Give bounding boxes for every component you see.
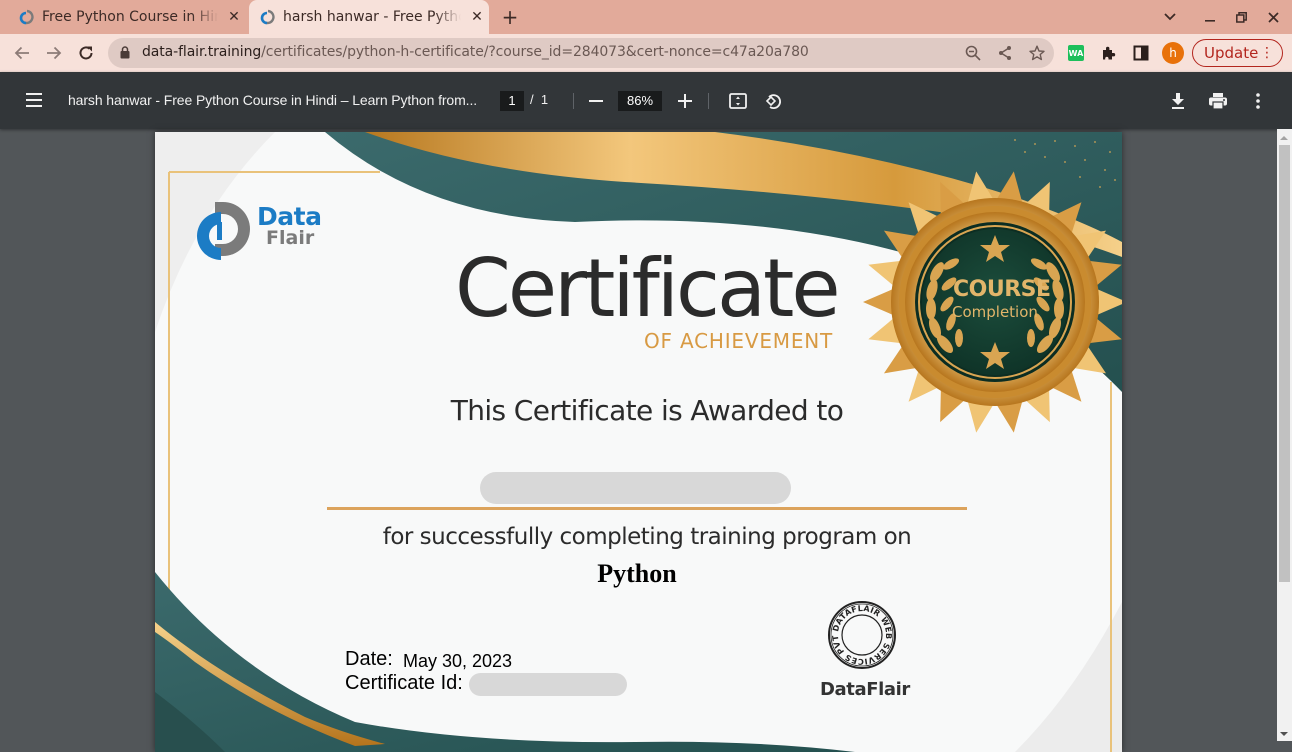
plus-icon	[678, 94, 692, 108]
url-text[interactable]: data-flair.training/certificates/python-…	[142, 44, 809, 60]
dataflair-logo-icon	[197, 202, 250, 260]
arrow-right-icon	[47, 46, 62, 60]
fit-page-icon	[729, 93, 747, 109]
zoom-indicator-button[interactable]	[964, 44, 982, 62]
printer-icon	[1209, 93, 1227, 109]
tab-strip: Free Python Course in Hindi ✕ harsh hanw…	[0, 0, 1292, 34]
divider	[708, 93, 709, 109]
fit-to-page-button[interactable]	[726, 89, 750, 113]
extensions-button[interactable]	[1100, 44, 1118, 62]
scroll-up-arrow-icon[interactable]	[1280, 136, 1288, 140]
download-button[interactable]	[1166, 89, 1190, 113]
certificate-subtitle: OF ACHIEVEMENT	[644, 329, 834, 353]
course-name: Python	[597, 559, 677, 588]
dataflair-icon	[260, 9, 275, 25]
url-path: /certificates/python-h-certificate/?cour…	[261, 44, 809, 60]
update-label: Update	[1204, 44, 1259, 62]
close-window-button[interactable]	[1257, 0, 1289, 34]
zoom-in-button[interactable]	[673, 89, 697, 113]
tab-title: harsh hanwar - Free Python	[283, 9, 461, 25]
zoom-level-input[interactable]: 86%	[618, 91, 662, 111]
pdf-document-title: harsh hanwar - Free Python Course in Hin…	[68, 92, 478, 108]
share-button[interactable]	[996, 44, 1014, 62]
date-label: Date:	[345, 648, 393, 670]
close-icon	[1267, 11, 1279, 23]
tab-search-button[interactable]	[1154, 0, 1186, 34]
forward-button[interactable]	[40, 39, 68, 67]
zoom-out-icon	[965, 45, 981, 61]
lock-icon[interactable]	[120, 46, 130, 59]
reload-icon	[79, 46, 93, 60]
more-actions-button[interactable]	[1246, 89, 1270, 113]
scroll-down-arrow-icon[interactable]	[1280, 732, 1288, 736]
minus-icon	[589, 100, 603, 102]
tab-free-python-course[interactable]: Free Python Course in Hindi ✕	[0, 0, 248, 34]
vertical-scrollbar[interactable]	[1277, 129, 1292, 741]
browser-toolbar: data-flair.training/certificates/python-…	[0, 34, 1292, 72]
hamburger-menu-icon[interactable]	[24, 90, 44, 110]
bookmark-button[interactable]	[1028, 44, 1046, 62]
awarded-text: This Certificate is Awarded to	[450, 394, 844, 427]
close-tab-icon[interactable]: ✕	[226, 9, 242, 25]
address-bar[interactable]: data-flair.training/certificates/python-…	[108, 38, 1054, 68]
update-button[interactable]: Update ⋮	[1192, 39, 1283, 67]
tab-title: Free Python Course in Hindi	[42, 9, 218, 25]
divider	[573, 93, 574, 109]
certificate-id-redacted	[469, 673, 627, 696]
chevron-down-icon	[1164, 13, 1176, 21]
signatory-name: DataFlair	[820, 679, 910, 700]
minimize-icon	[1205, 20, 1215, 22]
recipient-name-redacted	[480, 472, 791, 504]
reload-button[interactable]	[72, 39, 100, 67]
dataflair-icon	[19, 9, 34, 25]
page-separator: /	[530, 92, 534, 107]
minimize-button[interactable]	[1194, 0, 1226, 34]
pdf-toolbar: harsh hanwar - Free Python Course in Hin…	[0, 72, 1292, 129]
zoom-out-button[interactable]	[584, 89, 608, 113]
total-pages: 1	[540, 92, 549, 107]
side-panel-icon	[1133, 45, 1149, 61]
arrow-left-icon	[14, 46, 29, 60]
certificate-id-label: Certificate Id:	[345, 672, 463, 694]
close-tab-icon[interactable]: ✕	[469, 9, 485, 25]
certificate-title: Certificate	[455, 242, 841, 335]
completion-text: for successfully completing training pro…	[382, 524, 912, 550]
light-swoosh	[1015, 602, 1122, 752]
kebab-menu-icon[interactable]: ⋮	[1260, 45, 1274, 61]
badge-text-course: COURSE	[953, 277, 1051, 302]
puzzle-icon	[1103, 46, 1116, 60]
pdf-page: Data Flair Certificate OF ACHIEVEMENT Th…	[155, 132, 1122, 752]
profile-avatar[interactable]: h	[1162, 42, 1184, 64]
rotate-button[interactable]	[762, 89, 786, 113]
restore-icon	[1235, 11, 1247, 23]
side-panel-button[interactable]	[1132, 44, 1150, 62]
star-icon	[1029, 45, 1045, 61]
page-count: / 1	[530, 92, 548, 107]
dataflair-logo: Data Flair	[193, 198, 328, 266]
badge-text-completion: Completion	[952, 303, 1038, 321]
scrollbar-thumb[interactable]	[1279, 145, 1290, 582]
tab-certificate[interactable]: harsh hanwar - Free Python ✕	[249, 0, 489, 34]
company-stamp: DATAFLAIR WEB SERVICES PVT. LTD.	[827, 600, 896, 669]
name-underline	[327, 507, 967, 510]
new-tab-button[interactable]: +	[498, 5, 522, 29]
whatsapp-extension-icon[interactable]: WA	[1068, 45, 1084, 61]
download-icon	[1172, 93, 1184, 109]
back-button[interactable]	[8, 39, 36, 67]
share-icon	[999, 46, 1011, 60]
page-number-input[interactable]: 1	[500, 91, 524, 111]
date-value: May 30, 2023	[403, 651, 513, 671]
logo-text-flair: Flair	[266, 227, 315, 249]
more-vert-icon	[1256, 93, 1260, 109]
rotate-icon	[765, 94, 781, 109]
restore-button[interactable]	[1225, 0, 1257, 34]
print-button[interactable]	[1206, 89, 1230, 113]
url-host: data-flair.training	[142, 44, 262, 60]
